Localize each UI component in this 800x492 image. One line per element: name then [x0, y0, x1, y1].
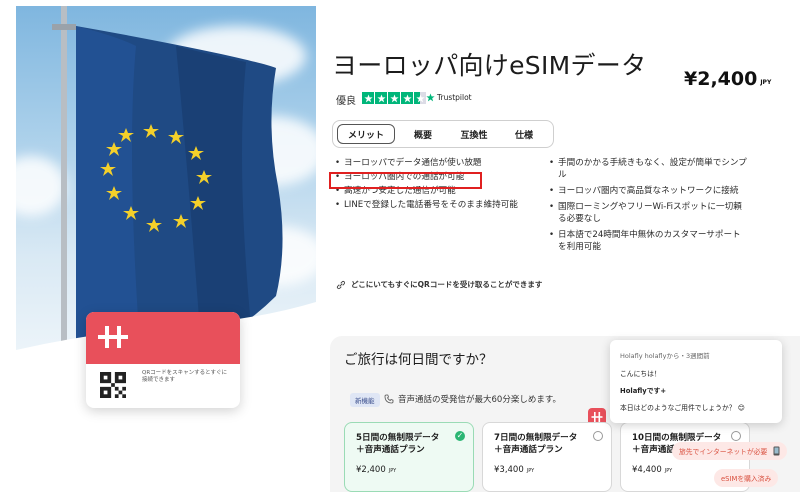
plan-price-currency: JPY	[664, 468, 673, 474]
phone-icon	[384, 394, 394, 404]
plan-name-line1: 5日間の無制限データ	[356, 433, 440, 443]
trip-title: ご旅行は何日間ですか？	[344, 352, 493, 368]
trustpilot-brand[interactable]: Trustpilot	[426, 93, 472, 102]
plan-price-value: ¥2,400	[356, 465, 386, 475]
tab-benefits[interactable]: メリット	[337, 124, 395, 144]
plan-price-value: ¥4,400	[632, 465, 662, 475]
holafly-logo-icon	[98, 326, 128, 348]
plan-price: ¥4,400 JPY	[632, 465, 672, 475]
plan-name: 5日間の無制限データ ＋音声通話プラン	[356, 433, 439, 456]
plan-option-5days[interactable]: 5日間の無制限データ ＋音声通話プラン ¥2,400 JPY ✓	[344, 422, 474, 492]
product-price: ¥2,400 JPY	[684, 68, 771, 90]
chat-sender: Holafly holaflyから・3週間前	[620, 352, 710, 360]
list-item: ヨーロッパでデータ通信が使い放題	[334, 157, 544, 169]
plan-name-line1: 7日間の無制限データ	[494, 433, 578, 443]
plan-name-line2: ＋音声通話プラン	[494, 444, 563, 455]
page-title: ヨーロッパ向けeSIMデータ	[332, 51, 647, 80]
esim-card-graphic: QRコードをスキャンするとすぐに接続できます	[86, 312, 240, 408]
plan-price: ¥2,400 JPY	[356, 465, 396, 475]
check-icon[interactable]: ✓	[455, 431, 465, 441]
new-feature-badge: 新機能	[350, 393, 380, 407]
card-caption: QRコードをスキャンするとすぐに接続できます	[142, 370, 227, 384]
chat-popup[interactable]: Holafly holaflyから・3週間前 こんにちは！ Holaflyです+…	[610, 340, 782, 423]
qr-code-icon	[100, 372, 126, 398]
star-icon	[401, 92, 413, 104]
price-currency: JPY	[760, 79, 772, 86]
info-tabs: メリット 概要 互換性 仕様	[332, 120, 554, 148]
radio-button[interactable]	[731, 431, 741, 441]
quick-reply-need-internet[interactable]: 旅先でインターネットが必要	[672, 442, 788, 460]
price-value: ¥2,400	[684, 68, 758, 90]
rating-label: 優良	[336, 96, 356, 107]
card-header	[86, 312, 240, 364]
star-icon	[362, 92, 374, 104]
list-item: ヨーロッパ圏内で高品質なネットワークに接続	[548, 185, 748, 197]
star-icon	[375, 92, 387, 104]
voice-call-text: 音声通話の受発信が最大60分楽しめます。	[398, 395, 561, 405]
half-star-icon	[414, 92, 426, 104]
tab-specs[interactable]: 仕様	[501, 124, 547, 144]
voice-call-note: 音声通話の受発信が最大60分楽しめます。	[384, 393, 561, 405]
star-icon	[388, 92, 400, 104]
radio-button[interactable]	[593, 431, 603, 441]
trustpilot-stars[interactable]	[362, 92, 426, 104]
chat-message: 本日はどのようなご用件でしょうか？ 😊	[620, 404, 745, 412]
plan-option-7days[interactable]: 7日間の無制限データ ＋音声通話プラン ¥3,400 JPY	[482, 422, 612, 492]
qr-note-text: どこにいてもすぐにQRコードを受け取ることができます	[351, 280, 543, 289]
plan-name: 7日間の無制限データ ＋音声通話プラン	[494, 433, 577, 456]
list-item: 手間のかかる手続きもなく、設定が簡単でシンプル	[548, 157, 748, 181]
chat-message: こんにちは！	[620, 370, 661, 378]
plan-name-line2: ＋音声通話プラン	[356, 444, 425, 455]
benefits-list-right: 手間のかかる手続きもなく、設定が簡単でシンプル ヨーロッパ圏内で高品質なネットワ…	[548, 157, 748, 257]
highlight-box	[329, 172, 482, 189]
tab-overview[interactable]: 概要	[401, 124, 445, 144]
plan-price-value: ¥3,400	[494, 465, 524, 475]
trustpilot-star-icon	[426, 93, 435, 102]
plan-price: ¥3,400 JPY	[494, 465, 534, 475]
hero-image	[16, 6, 316, 362]
trustpilot-label: Trustpilot	[437, 93, 472, 102]
list-item: LINEで登録した電話番号をそのまま維持可能	[334, 199, 544, 211]
chat-message: Holaflyです+	[620, 387, 667, 395]
mobile-phone-icon	[773, 446, 780, 456]
list-item: 日本語で24時間年中無休のカスタマーサポートを利用可能	[548, 229, 748, 253]
link-icon	[336, 280, 346, 290]
qr-delivery-note: どこにいてもすぐにQRコードを受け取ることができます	[336, 280, 546, 290]
plan-price-currency: JPY	[388, 468, 397, 474]
tab-compatibility[interactable]: 互換性	[449, 124, 499, 144]
quick-reply-label: 旅先でインターネットが必要	[679, 448, 768, 456]
quick-reply-esim-purchased[interactable]: eSIMを購入済み	[714, 469, 779, 487]
plan-price-currency: JPY	[526, 468, 535, 474]
list-item: 国際ローミングやフリーWi-Fiスポットに一切頼る必要なし	[548, 201, 748, 225]
